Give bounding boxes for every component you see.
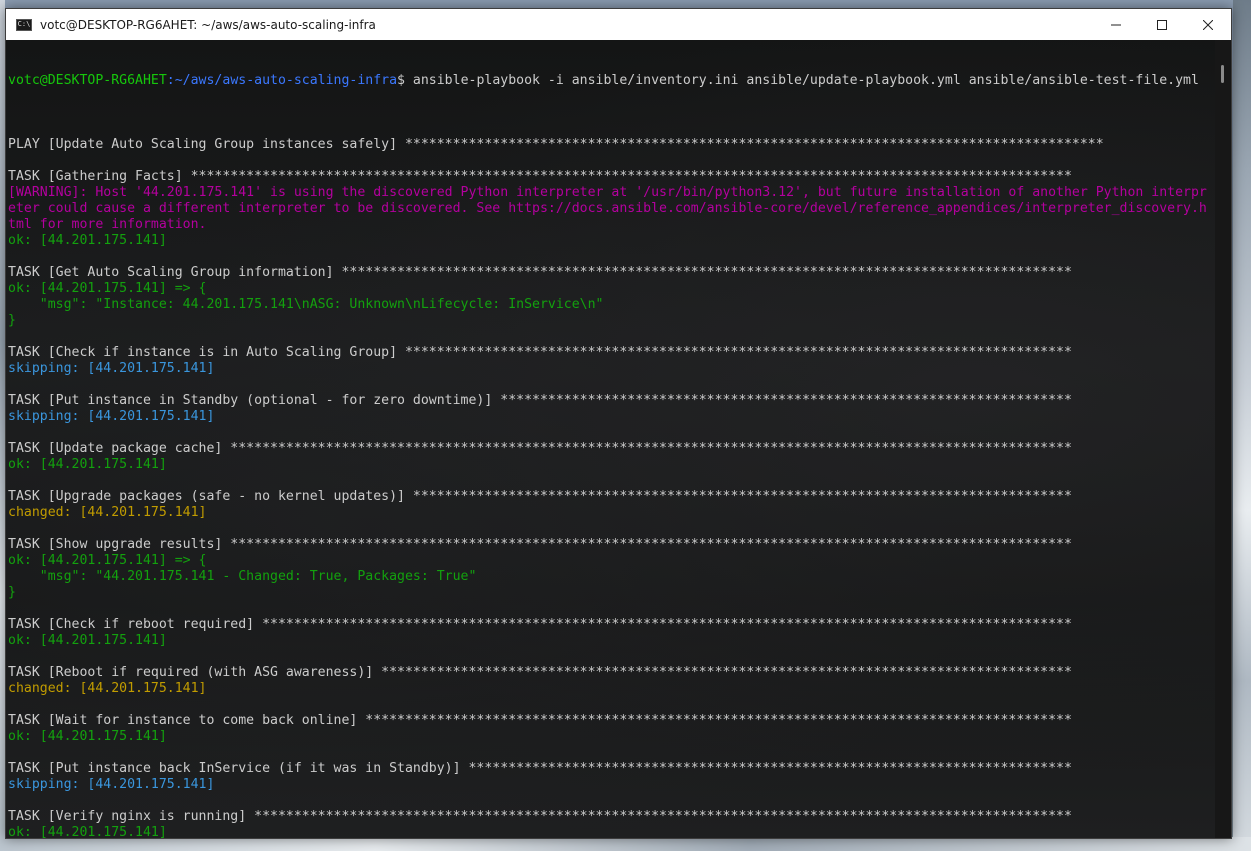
close-icon bbox=[1203, 19, 1213, 30]
output-line-ok: "msg": "44.201.175.141 - Changed: True, … bbox=[8, 569, 477, 584]
terminal-window: C:\ votc@DESKTOP-RG6AHET: ~/aws/aws-auto… bbox=[5, 8, 1232, 839]
output-line-plain bbox=[8, 473, 1217, 489]
output-line-plain: TASK [Check if instance is in Auto Scali… bbox=[8, 345, 1072, 360]
output-line-ok: ok: [44.201.175.141] bbox=[8, 729, 167, 744]
output-line-plain: PLAY [Update Auto Scaling Group instance… bbox=[8, 137, 1104, 152]
output-line-plain bbox=[8, 793, 1217, 809]
output-line-plain bbox=[8, 249, 1217, 265]
output-line-plain: TASK [Verify nginx is running] *********… bbox=[8, 809, 1072, 824]
output-line-plain bbox=[8, 377, 1217, 393]
output-line-ok: } bbox=[8, 313, 16, 328]
output-line-plain bbox=[8, 153, 1217, 169]
minimize-button[interactable] bbox=[1093, 9, 1139, 40]
output-line-plain: TASK [Upgrade packages (safe - no kernel… bbox=[8, 489, 1072, 504]
minimize-icon bbox=[1111, 24, 1121, 25]
scrollbar-thumb[interactable] bbox=[1221, 65, 1224, 83]
prompt-line: votc@DESKTOP-RG6AHET:~/aws/aws-auto-scal… bbox=[8, 73, 1217, 89]
output-line-plain bbox=[8, 121, 1217, 137]
output-line-ok: ok: [44.201.175.141] bbox=[8, 633, 167, 648]
output-line-plain: TASK [Gathering Facts] *****************… bbox=[8, 169, 1072, 184]
desktop-wallpaper-bottom bbox=[0, 837, 1251, 851]
output-line-plain: TASK [Reboot if required (with ASG aware… bbox=[8, 665, 1072, 680]
output-line-ok: ok: [44.201.175.141] bbox=[8, 233, 167, 248]
terminal-icon: C:\ bbox=[16, 18, 32, 31]
output-line-warn: [WARNING]: Host '44.201.175.141' is usin… bbox=[8, 185, 1207, 200]
window-title: votc@DESKTOP-RG6AHET: ~/aws/aws-auto-sca… bbox=[40, 17, 376, 32]
close-button[interactable] bbox=[1185, 9, 1231, 40]
output-line-ok: } bbox=[8, 585, 16, 600]
output-line-ok: ok: [44.201.175.141] bbox=[8, 457, 167, 472]
output-line-plain bbox=[8, 425, 1217, 441]
output-line-plain: TASK [Put instance back InService (if it… bbox=[8, 761, 1072, 776]
output-line-plain: TASK [Put instance in Standby (optional … bbox=[8, 393, 1072, 408]
title-bar[interactable]: C:\ votc@DESKTOP-RG6AHET: ~/aws/aws-auto… bbox=[6, 9, 1231, 40]
output-line-skip: skipping: [44.201.175.141] bbox=[8, 409, 215, 424]
terminal-lines: votc@DESKTOP-RG6AHET:~/aws/aws-auto-scal… bbox=[8, 41, 1217, 838]
output-line-plain bbox=[8, 329, 1217, 345]
output-line-warn: eter could cause a different interpreter… bbox=[8, 201, 1207, 216]
terminal-scrollbar[interactable] bbox=[1215, 40, 1231, 838]
output-line-warn: tml for more information. bbox=[8, 217, 207, 232]
output-line-changed: changed: [44.201.175.141] bbox=[8, 505, 207, 520]
output-line-plain bbox=[8, 601, 1217, 617]
terminal-output[interactable]: votc@DESKTOP-RG6AHET:~/aws/aws-auto-scal… bbox=[6, 40, 1217, 838]
output-line-plain: TASK [Wait for instance to come back onl… bbox=[8, 713, 1072, 728]
prompt-command: $ ansible-playbook -i ansible/inventory.… bbox=[397, 73, 1199, 88]
output-line-ok: ok: [44.201.175.141] bbox=[8, 825, 167, 838]
output-line-plain bbox=[8, 521, 1217, 537]
output-line-ok: ok: [44.201.175.141] => { bbox=[8, 553, 207, 568]
output-line-plain: TASK [Get Auto Scaling Group information… bbox=[8, 265, 1072, 280]
output-line-skip: skipping: [44.201.175.141] bbox=[8, 777, 215, 792]
output-line-plain: TASK [Update package cache] ************… bbox=[8, 441, 1072, 456]
prompt-user-host: votc@DESKTOP-RG6AHET bbox=[8, 73, 167, 88]
prompt-path: :~/aws/aws-auto-scaling-infra bbox=[166, 73, 398, 88]
maximize-button[interactable] bbox=[1139, 9, 1185, 40]
maximize-icon bbox=[1157, 19, 1167, 30]
output-line-plain bbox=[8, 649, 1217, 665]
output-line-changed: changed: [44.201.175.141] bbox=[8, 681, 207, 696]
output-line-ok: ok: [44.201.175.141] => { bbox=[8, 281, 207, 296]
output-line-skip: skipping: [44.201.175.141] bbox=[8, 361, 215, 376]
output-line-ok: "msg": "Instance: 44.201.175.141\nASG: U… bbox=[8, 297, 604, 312]
output-line-plain bbox=[8, 745, 1217, 761]
output-line-plain bbox=[8, 697, 1217, 713]
desktop-wallpaper-right bbox=[1233, 0, 1251, 851]
window-controls bbox=[1093, 9, 1231, 40]
output-line-plain: TASK [Show upgrade results] ************… bbox=[8, 537, 1072, 552]
output-line-plain: TASK [Check if reboot required] ********… bbox=[8, 617, 1072, 632]
